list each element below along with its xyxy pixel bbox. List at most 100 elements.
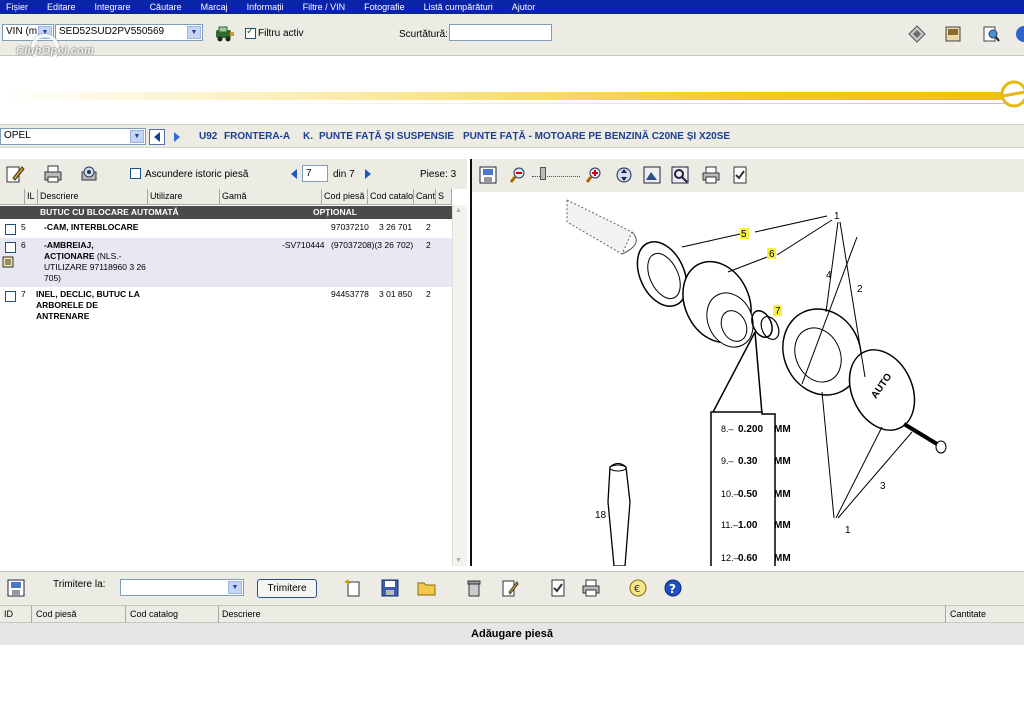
previous-arrow-icon[interactable] — [149, 129, 165, 145]
group-header-title: BUTUC CU BLOCARE AUTOMATĂ — [40, 207, 179, 217]
new-document-icon[interactable] — [343, 578, 363, 598]
callout-2[interactable]: 2 — [857, 284, 863, 295]
callout-5[interactable]: 5 — [741, 229, 747, 240]
send-to-select[interactable]: ▼ — [120, 579, 244, 596]
breadcrumb-model[interactable]: FRONTERA-A — [224, 131, 290, 142]
scroll-down-icon[interactable]: ▼ — [455, 557, 462, 564]
diamond-icon[interactable] — [906, 23, 928, 45]
shopping-cart-toolbar: Trimitere la: ▼ Trimitere € ? — [0, 571, 1024, 605]
callout-1-bottom[interactable]: 1 — [845, 525, 851, 536]
exploded-view-diagram[interactable]: AUTO 8.– 0.200 MM 9.– 0.30 MM 10.– 0.50 … — [472, 192, 1024, 566]
menu-information[interactable]: Informații — [247, 2, 284, 12]
zoom-slider-thumb[interactable] — [540, 167, 546, 180]
column-header-catalog-code[interactable]: Cod catalog — [368, 189, 414, 205]
callout-7[interactable]: 7 — [775, 306, 781, 317]
check-document-icon[interactable] — [548, 578, 568, 598]
vehicle-icon[interactable] — [214, 25, 236, 43]
row-description-line: ANTRENARE — [36, 311, 90, 321]
send-button[interactable]: Trimitere — [257, 579, 317, 598]
print-preview-icon[interactable] — [78, 163, 100, 185]
zoom-out-icon[interactable] — [508, 165, 528, 185]
search-document-icon[interactable] — [980, 23, 1002, 45]
diagram-toolbar — [472, 159, 1024, 192]
row-checkbox[interactable] — [5, 224, 16, 235]
svg-text:€: € — [634, 584, 640, 595]
add-part-button[interactable]: Adăugare piesă — [0, 623, 1024, 645]
find-in-image-icon[interactable] — [670, 165, 690, 185]
cart-column-quantity[interactable]: Cantitate — [950, 609, 986, 619]
note-icon[interactable] — [2, 256, 14, 268]
cart-column-catalog-code[interactable]: Cod catalog — [130, 609, 178, 619]
group-header-option: OPȚIONAL — [313, 207, 357, 217]
menu-filters-vin[interactable]: Filtre / VIN — [303, 2, 346, 12]
breadcrumb-section[interactable]: PUNTE FAȚĂ - MOTOARE PE BENZINĂ C20NE ȘI… — [463, 131, 730, 142]
callout-3[interactable]: 3 — [880, 481, 886, 492]
next-arrow-icon[interactable] — [170, 129, 184, 145]
make-select[interactable]: OPEL ▼ — [0, 128, 146, 145]
shortcut-label: Scurtătură: — [399, 29, 448, 40]
previous-page-icon[interactable] — [289, 167, 299, 181]
save-view-icon[interactable] — [6, 578, 26, 598]
menu-shopping-list[interactable]: Listă cumpărături — [424, 2, 493, 12]
column-header-description[interactable]: Descriere — [38, 189, 148, 205]
menu-file[interactable]: Fișier — [6, 2, 28, 12]
next-page-icon[interactable] — [363, 167, 373, 181]
breadcrumb-group[interactable]: PUNTE FAȚĂ ȘI SUSPENSIE — [319, 131, 454, 142]
cart-column-part-code[interactable]: Cod piesă — [36, 609, 77, 619]
scroll-up-icon[interactable]: ▲ — [455, 207, 462, 214]
zoom-in-icon[interactable] — [584, 165, 604, 185]
menu-edit[interactable]: Editare — [47, 2, 76, 12]
edit-notes-icon[interactable] — [4, 163, 26, 185]
shortcut-input[interactable] — [449, 24, 552, 41]
save-view-icon[interactable] — [478, 165, 498, 185]
print-icon[interactable] — [42, 163, 64, 185]
column-header-qty[interactable]: Cant. — [414, 189, 436, 205]
edit-list-icon[interactable] — [500, 578, 520, 598]
parts-list-scrollbar[interactable]: ▲ ▼ — [452, 205, 467, 566]
print-icon[interactable] — [701, 165, 721, 185]
cart-column-description[interactable]: Descriere — [222, 609, 261, 619]
book-icon[interactable] — [942, 23, 964, 45]
callout-1[interactable]: 1 — [834, 211, 840, 222]
open-folder-icon[interactable] — [416, 578, 438, 598]
group-header-row: BUTUC CU BLOCARE AUTOMATĂ OPȚIONAL — [0, 206, 452, 219]
breadcrumb-model-code[interactable]: U92 — [199, 131, 217, 142]
column-header-il[interactable]: IL — [25, 189, 38, 205]
image-view-icon[interactable] — [642, 165, 662, 185]
menu-integration[interactable]: Integrare — [95, 2, 131, 12]
help-globe-icon[interactable] — [1014, 23, 1024, 45]
column-header-range[interactable]: Gamă — [220, 189, 322, 205]
row-checkbox[interactable] — [5, 291, 16, 302]
save-icon[interactable] — [380, 578, 400, 598]
trash-icon[interactable] — [464, 578, 484, 598]
menu-help[interactable]: Ajutor — [512, 2, 536, 12]
page-number-input[interactable] — [302, 165, 328, 182]
menu-bookmark[interactable]: Marcaj — [201, 2, 228, 12]
euro-currency-icon[interactable]: € — [628, 578, 648, 598]
row-checkbox[interactable] — [5, 242, 16, 253]
callout-18[interactable]: 18 — [595, 510, 607, 521]
menu-photo[interactable]: Fotografie — [364, 2, 405, 12]
callout-4[interactable]: 4 — [826, 270, 832, 281]
fit-to-window-icon[interactable] — [614, 165, 634, 185]
column-header-s[interactable]: S — [436, 189, 452, 205]
column-header-usage[interactable]: Utilizare — [148, 189, 220, 205]
active-filter-checkbox[interactable] — [245, 26, 256, 39]
hide-history-checkbox[interactable] — [130, 168, 141, 179]
zoom-slider[interactable] — [532, 167, 580, 183]
vin-input[interactable]: SED52SUD2PV550569 ▼ — [55, 24, 203, 41]
help-icon[interactable]: ? — [663, 578, 683, 598]
print-icon[interactable] — [581, 578, 601, 598]
callout-6[interactable]: 6 — [769, 249, 775, 260]
cart-column-id[interactable]: ID — [4, 609, 13, 619]
menu-search[interactable]: Căutare — [150, 2, 182, 12]
column-header-part-code[interactable]: Cod piesă — [322, 189, 368, 205]
shim-number: 9.– — [721, 456, 734, 466]
table-row[interactable]: 6 -AMBREIAJ, ACȚIONARE (NLS.- UTILIZARE … — [0, 238, 452, 287]
breadcrumb-group-code[interactable]: K. — [303, 131, 313, 142]
check-document-icon[interactable] — [730, 165, 750, 185]
table-row[interactable]: 7 INEL, DECLIC, BUTUC LA ARBORELE DE ANT… — [0, 287, 452, 325]
table-row[interactable]: 5 -CAM, INTERBLOCARE 97037210 3 26 701 2 — [0, 220, 452, 238]
row-il: 5 — [21, 222, 26, 232]
shim-value: 0.30 — [738, 456, 758, 467]
